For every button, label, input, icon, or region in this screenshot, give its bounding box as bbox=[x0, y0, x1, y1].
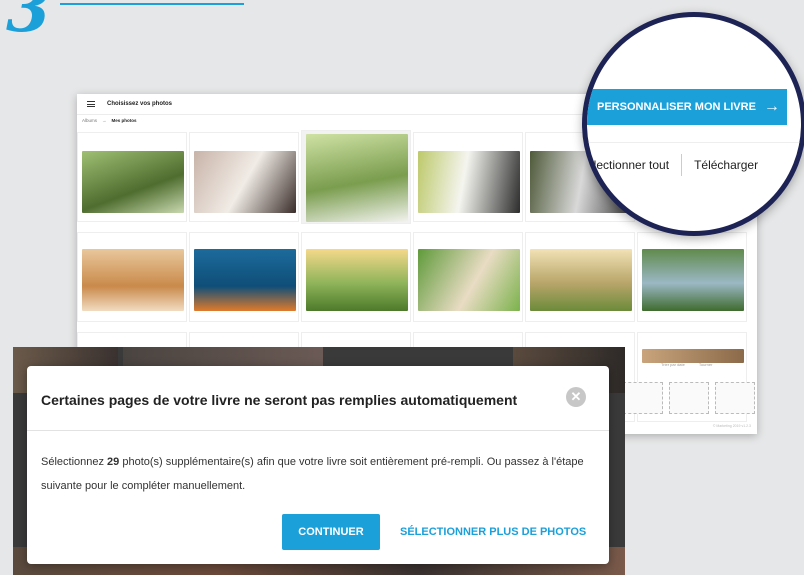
breadcrumb-arrow-icon: → bbox=[102, 118, 107, 123]
personalize-book-button[interactable]: PERSONNALISER MON LIVRE → bbox=[587, 89, 787, 125]
toolbar-divider bbox=[587, 142, 801, 143]
photo-thumbnail bbox=[418, 249, 520, 311]
select-all-button[interactable]: électionner tout bbox=[587, 158, 669, 172]
breadcrumb: Albums → Mes photos bbox=[82, 118, 137, 123]
sort-by-date-button[interactable]: Trier par date bbox=[661, 362, 685, 367]
zoom-callout: PERSONNALISER MON LIVRE → électionner to… bbox=[582, 12, 804, 236]
photo-thumbnail bbox=[82, 249, 184, 311]
photo-thumbnail bbox=[418, 151, 520, 213]
photo-tile[interactable] bbox=[413, 232, 523, 322]
toolbar-separator bbox=[681, 154, 683, 176]
dialog-title: Certaines pages de votre livre ne seront… bbox=[41, 392, 518, 408]
empty-photo-slot[interactable] bbox=[623, 382, 663, 414]
photo-tile[interactable] bbox=[525, 232, 635, 322]
photo-thumbnail bbox=[306, 134, 408, 222]
photo-tile-selected[interactable] bbox=[301, 130, 411, 224]
photo-tile[interactable] bbox=[413, 132, 523, 222]
photo-thumbnail bbox=[194, 151, 296, 213]
menu-icon[interactable] bbox=[87, 101, 95, 107]
photo-tile[interactable] bbox=[637, 232, 747, 322]
message-suffix: photo(s) supplémentaire(s) afin que votr… bbox=[41, 456, 584, 492]
photo-thumbnail bbox=[306, 249, 408, 311]
close-icon[interactable]: ✕ bbox=[566, 387, 586, 407]
dialog-message: Sélectionnez 29 photo(s) supplémentaire(… bbox=[41, 450, 591, 498]
message-prefix: Sélectionnez bbox=[41, 456, 108, 468]
empty-photo-slot[interactable] bbox=[715, 382, 755, 414]
step-underline bbox=[60, 3, 244, 5]
empty-photo-slot[interactable] bbox=[669, 382, 709, 414]
photo-thumbnail bbox=[642, 249, 744, 311]
incomplete-book-dialog: Certaines pages de votre livre ne seront… bbox=[27, 366, 609, 564]
personalize-book-label: PERSONNALISER MON LIVRE bbox=[597, 101, 756, 113]
app-footer: © Marketing 2019 v1.2.3 bbox=[712, 424, 751, 428]
photo-thumbnail bbox=[82, 151, 184, 213]
selection-toolbar: électionner tout Télécharger bbox=[587, 154, 801, 176]
photo-thumbnail bbox=[642, 349, 744, 363]
photo-tile[interactable] bbox=[301, 232, 411, 322]
rotate-button[interactable]: Tourner bbox=[699, 362, 713, 367]
breadcrumb-current: Mes photos bbox=[111, 118, 137, 123]
breadcrumb-albums[interactable]: Albums bbox=[82, 118, 97, 123]
select-more-photos-button[interactable]: SÉLECTIONNER PLUS DE PHOTOS bbox=[400, 514, 586, 550]
dialog-divider bbox=[27, 430, 609, 431]
step-number: 3 bbox=[6, 0, 51, 47]
photo-thumbnail bbox=[194, 249, 296, 311]
photo-thumbnail bbox=[530, 249, 632, 311]
photo-tile[interactable] bbox=[77, 132, 187, 222]
photo-tile[interactable] bbox=[189, 232, 299, 322]
missing-photo-count: 29 bbox=[107, 456, 120, 468]
photo-tile[interactable] bbox=[189, 132, 299, 222]
page-tools: Trier par date Tourner bbox=[661, 362, 712, 367]
arrow-right-icon: → bbox=[763, 98, 780, 115]
page-title: Choisissez vos photos bbox=[107, 101, 173, 107]
photo-tile[interactable] bbox=[77, 232, 187, 322]
continue-button[interactable]: CONTINUER bbox=[282, 514, 380, 550]
book-page-slots bbox=[623, 382, 755, 414]
download-button[interactable]: Télécharger bbox=[694, 158, 758, 172]
